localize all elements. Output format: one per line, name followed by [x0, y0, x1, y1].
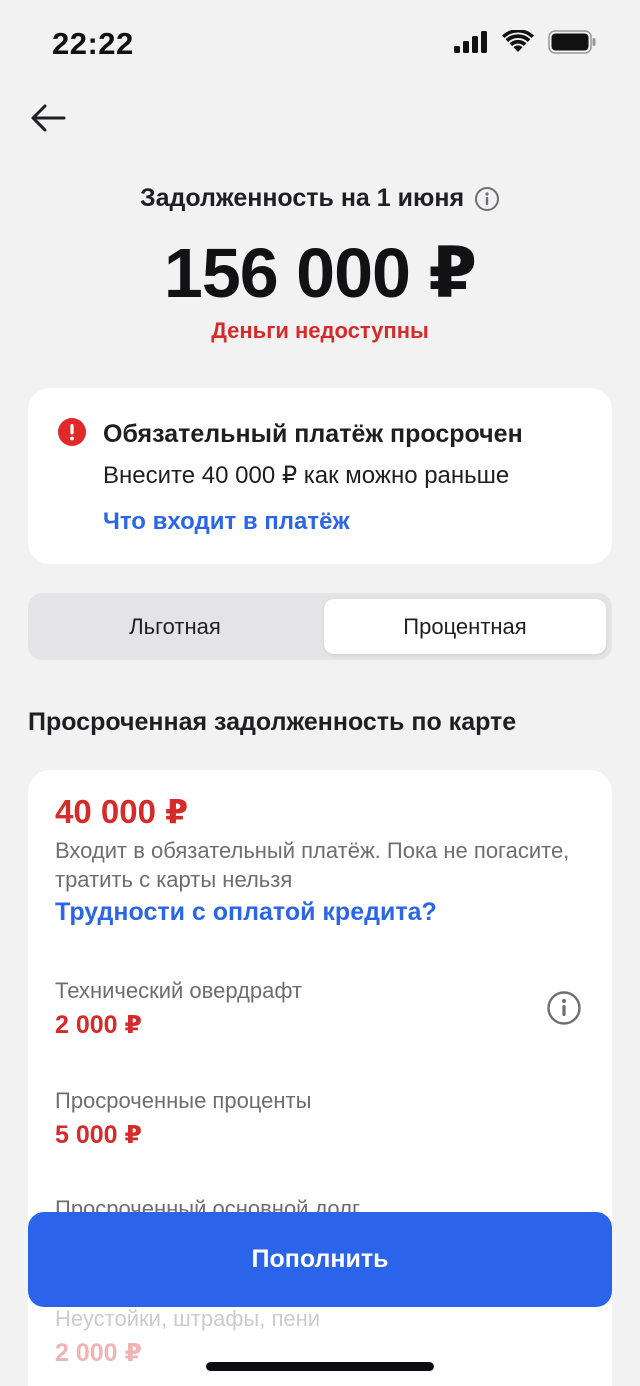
exclamation-circle-icon — [58, 418, 86, 446]
payment-details-link[interactable]: Что входит в платёж — [103, 508, 350, 536]
tab-interest[interactable]: Процентная — [324, 599, 606, 654]
wifi-icon — [502, 30, 534, 52]
rate-type-tabs: Льготная Процентная — [28, 593, 612, 660]
topup-button[interactable]: Пополнить — [28, 1212, 612, 1307]
status-time: 22:22 — [52, 26, 134, 61]
penalties-label: Неустойки, штрафы, пени — [55, 1306, 321, 1331]
battery-icon — [548, 30, 596, 54]
back-button[interactable] — [26, 98, 70, 138]
alert-subtitle: Внесите 40 000 ₽ как можно раньше — [103, 462, 510, 489]
overdraft-value: 2 000 ₽ — [55, 1011, 142, 1039]
cellular-signal-icon — [454, 31, 487, 53]
debt-title-row: Задолженность на 1 июня — [0, 184, 640, 213]
status-bar: 22:22 — [0, 0, 640, 90]
tab-grace[interactable]: Льготная — [34, 599, 316, 654]
status-icons — [454, 30, 596, 54]
section-title: Просроченная задолженность по карте — [28, 708, 517, 736]
overdue-interest-label: Просроченные проценты — [55, 1088, 312, 1113]
alert-title: Обязательный платёж просрочен — [103, 420, 523, 448]
debt-amount: 156 000 ₽ — [163, 234, 477, 312]
overdue-amount: 40 000 ₽ — [55, 793, 189, 830]
overdue-interest-value: 5 000 ₽ — [55, 1121, 142, 1149]
screen: 22:22 Задолженность на 1 июня 156 000 ₽ … — [0, 0, 640, 1386]
info-icon[interactable] — [546, 990, 582, 1026]
overdue-description: Входит в обязательный платёж. Пока не по… — [55, 838, 570, 892]
credit-help-link[interactable]: Трудности с оплатой кредита? — [55, 898, 437, 927]
overdraft-label: Технический овердрафт — [55, 978, 303, 1003]
debt-title: Задолженность на 1 июня — [139, 184, 465, 212]
overdue-alert-card: Обязательный платёж просрочен Внесите 40… — [28, 388, 612, 564]
debt-status: Деньги недоступны — [211, 318, 429, 343]
penalties-value: 2 000 ₽ — [55, 1339, 142, 1367]
info-icon[interactable] — [474, 186, 500, 212]
home-indicator — [206, 1362, 434, 1371]
arrow-left-icon — [31, 104, 66, 132]
